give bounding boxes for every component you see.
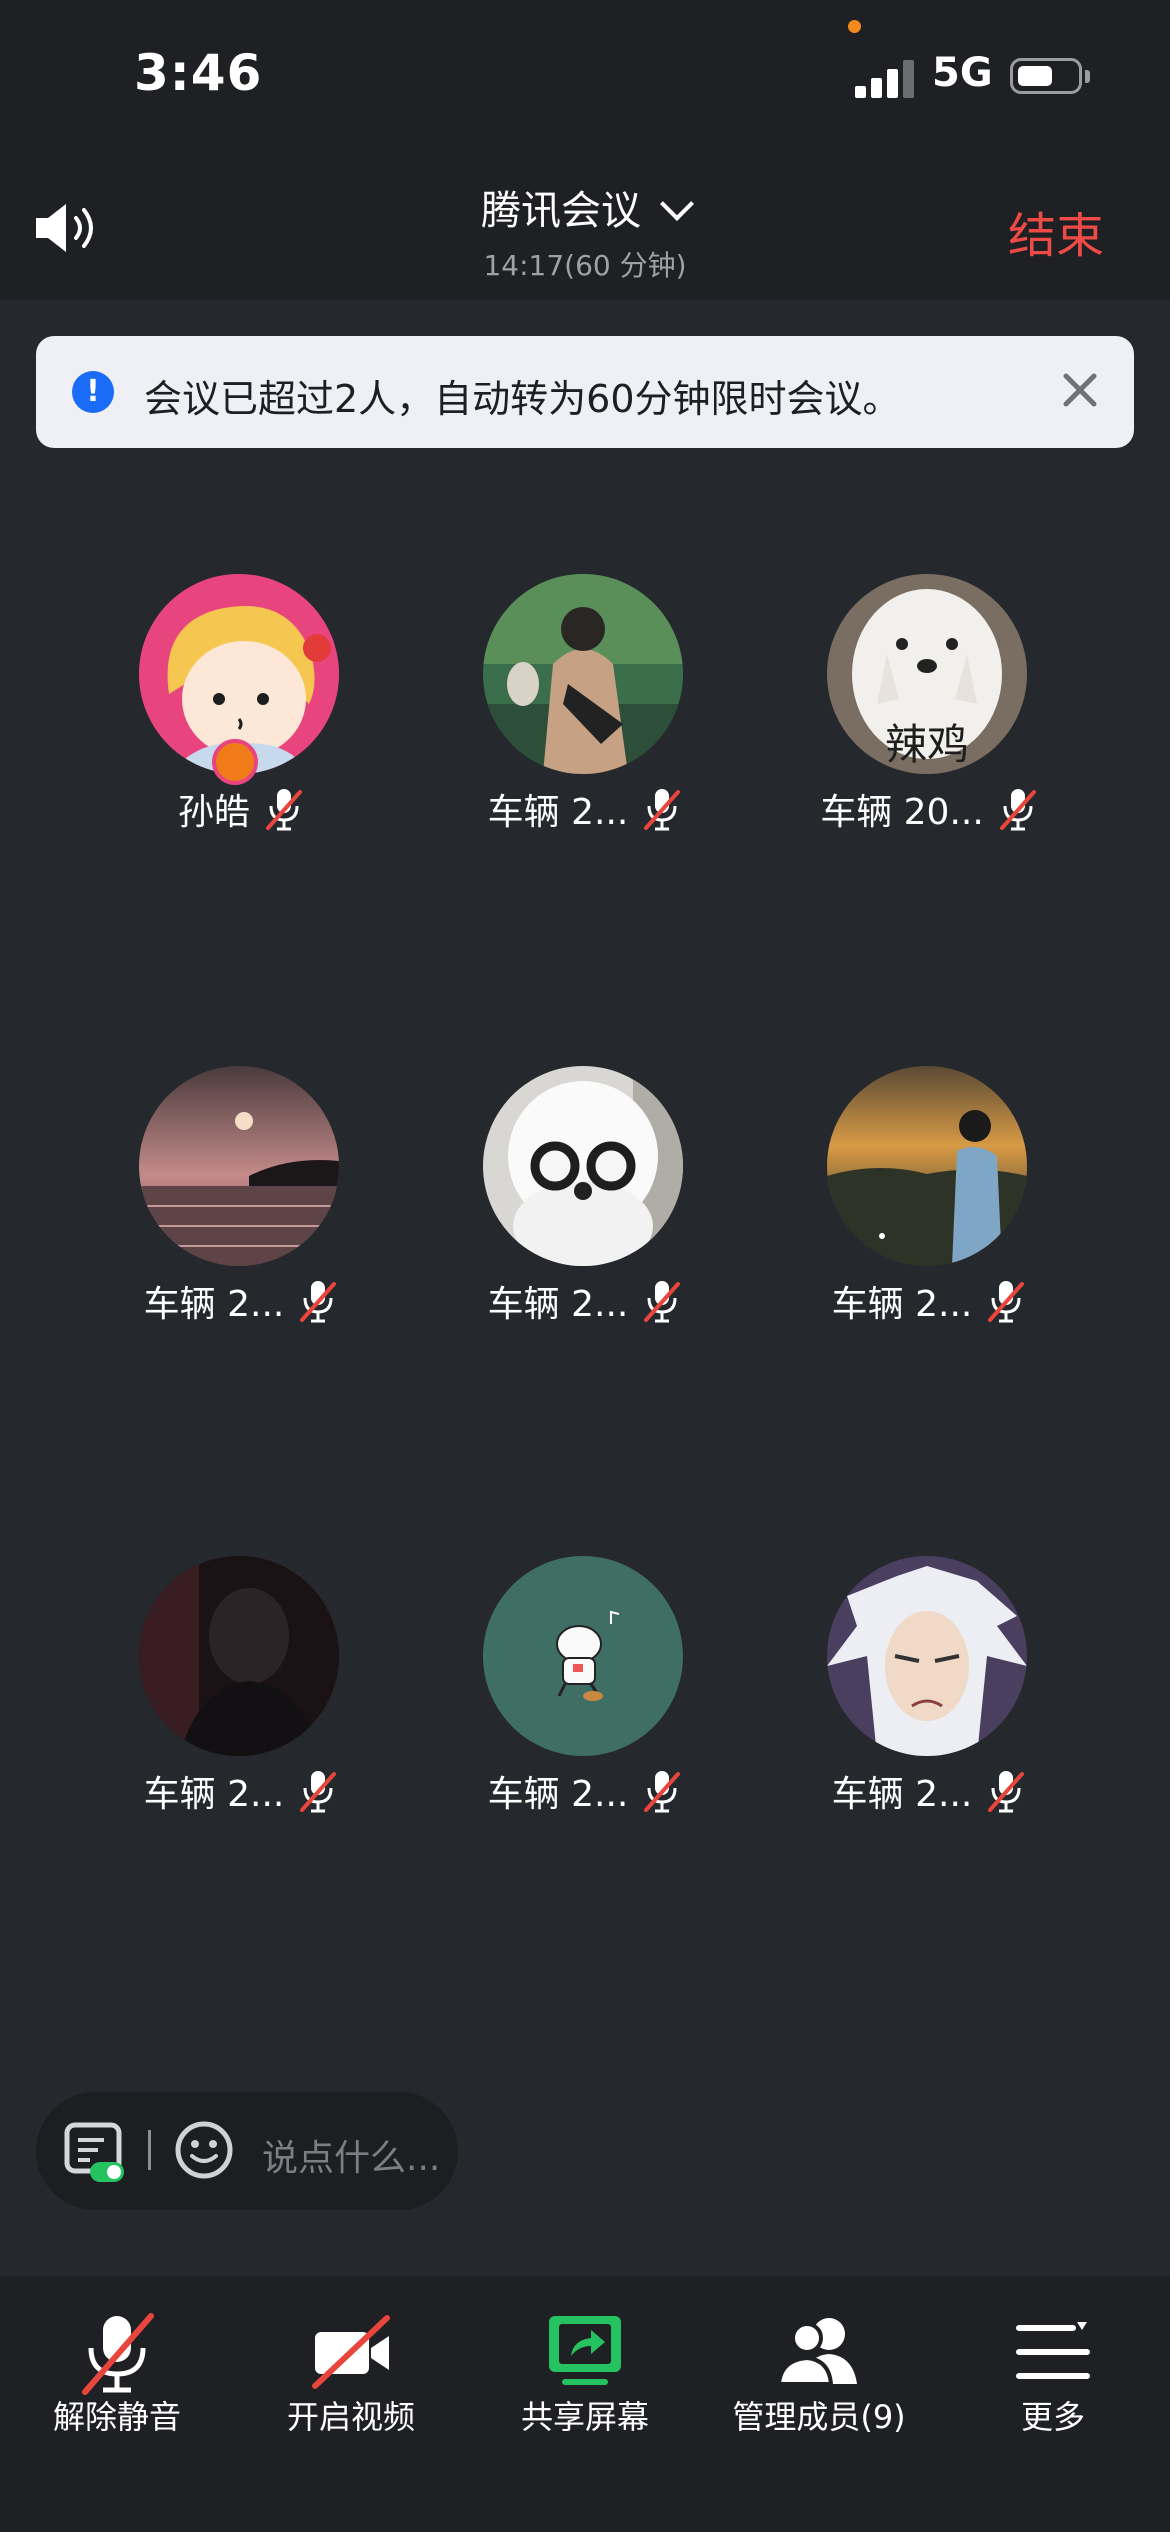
mic-muted-icon xyxy=(644,1281,681,1323)
name-row: 车辆 2... xyxy=(410,1276,760,1326)
notice-banner: ! 会议已超过2人，自动转为60分钟限时会议。 xyxy=(36,336,1134,448)
participant-tile[interactable]: 车辆 2... xyxy=(410,1066,760,1366)
more-button[interactable]: 更多 xyxy=(936,2276,1170,2532)
participant-name: 车辆 2... xyxy=(487,1284,629,1325)
chevron-down-icon xyxy=(660,187,694,221)
divider xyxy=(148,2130,151,2170)
status-time: 3:46 xyxy=(134,44,263,102)
bottom-toolbar: 解除静音 开启视频 共享屏幕 管理成员(9) 更多 xyxy=(0,2276,1170,2532)
meeting-title[interactable]: 腾讯会议 xyxy=(0,178,1170,236)
more-label: 更多 xyxy=(1020,2398,1085,2436)
participant-name: 车辆 20... xyxy=(820,792,984,833)
host-badge-icon xyxy=(212,739,258,785)
mic-muted-icon xyxy=(644,1771,681,1813)
participant-tile[interactable]: 车辆 2... xyxy=(754,1556,1104,1856)
meeting-timer: 14:17(60 分钟) xyxy=(483,249,687,282)
video-off-icon xyxy=(312,2315,390,2389)
avatar-caption: 辣鸡 xyxy=(885,720,969,769)
participant-tile[interactable]: 车辆 2... xyxy=(754,1066,1104,1366)
members-icon xyxy=(776,2318,857,2386)
mic-muted-icon xyxy=(988,1281,1025,1323)
participant-name: 车辆 2... xyxy=(831,1774,973,1815)
unmute-button[interactable]: 解除静音 xyxy=(0,2276,234,2532)
battery-tip xyxy=(1085,70,1090,83)
participant-tile[interactable]: 车辆 2... xyxy=(66,1066,416,1366)
avatar xyxy=(827,1066,1027,1266)
mic-muted-icon xyxy=(82,2313,154,2395)
participant-tile[interactable]: 车辆 2... xyxy=(410,1556,760,1856)
privacy-indicator-dot xyxy=(848,20,861,33)
participant-name: 车辆 2... xyxy=(143,1774,285,1815)
info-icon: ! xyxy=(72,371,114,413)
avatar xyxy=(483,1556,683,1756)
participant-name: 车辆 2... xyxy=(831,1284,973,1325)
share-screen-button[interactable]: 共享屏幕 xyxy=(468,2276,702,2532)
start-video-button[interactable]: 开启视频 xyxy=(234,2276,468,2532)
chat-placeholder[interactable]: 说点什么... xyxy=(262,2129,440,2181)
participant-name: 车辆 2... xyxy=(487,792,629,833)
participant-name: 车辆 2... xyxy=(487,1774,629,1815)
cellular-signal-icon xyxy=(855,58,917,98)
participant-tile[interactable]: 车辆 2... xyxy=(410,574,760,874)
participant-tile[interactable]: 车辆 2... xyxy=(66,1556,416,1856)
more-menu-icon xyxy=(1016,2322,1090,2379)
mic-muted-icon xyxy=(300,1771,337,1813)
name-row: 车辆 20... xyxy=(754,784,1104,834)
participant-tile[interactable]: 孙皓 xyxy=(66,574,416,874)
manage-members-button[interactable]: 管理成员(9) xyxy=(702,2276,936,2532)
participant-tile[interactable]: 辣鸡 车辆 20... xyxy=(754,574,1104,874)
top-bar: 3:46 5G 腾讯会议 14:17(60 分钟) 结束 xyxy=(0,0,1170,300)
close-icon[interactable] xyxy=(1050,360,1110,420)
avatar xyxy=(139,1066,339,1266)
name-row: 车辆 2... xyxy=(66,1766,416,1816)
avatar: 辣鸡 xyxy=(827,574,1027,774)
name-row: 车辆 2... xyxy=(754,1276,1104,1326)
participant-name: 车辆 2... xyxy=(143,1284,285,1325)
end-meeting-button[interactable]: 结束 xyxy=(1008,196,1104,266)
caption-toggle-icon[interactable] xyxy=(64,2122,130,2184)
name-row: 车辆 2... xyxy=(410,1766,760,1816)
name-row: 车辆 2... xyxy=(66,1276,416,1326)
mic-muted-icon xyxy=(266,789,302,831)
avatar xyxy=(827,1556,1027,1756)
battery-icon xyxy=(1010,58,1082,94)
emoji-icon[interactable] xyxy=(174,2120,234,2180)
meeting-title-text: 腾讯会议 xyxy=(481,188,641,234)
avatar xyxy=(139,1556,339,1756)
name-row: 车辆 2... xyxy=(410,784,760,834)
avatar xyxy=(483,1066,683,1266)
mic-muted-icon xyxy=(300,1281,337,1323)
share-screen-label: 共享屏幕 xyxy=(520,2398,649,2436)
manage-members-label: 管理成员(9) xyxy=(732,2398,906,2436)
unmute-label: 解除静音 xyxy=(52,2398,181,2436)
mic-muted-icon xyxy=(644,789,681,831)
share-screen-icon xyxy=(549,2316,621,2385)
network-type: 5G xyxy=(932,50,993,96)
avatar xyxy=(483,574,683,774)
notice-text: 会议已超过2人，自动转为60分钟限时会议。 xyxy=(144,377,901,421)
name-row: 车辆 2... xyxy=(754,1766,1104,1816)
start-video-label: 开启视频 xyxy=(286,2398,415,2436)
chat-input-bar[interactable]: 说点什么... xyxy=(36,2092,458,2210)
name-row: 孙皓 xyxy=(66,784,416,834)
mic-muted-icon xyxy=(999,789,1036,831)
mic-muted-icon xyxy=(988,1771,1025,1813)
participant-name: 孙皓 xyxy=(177,792,250,833)
